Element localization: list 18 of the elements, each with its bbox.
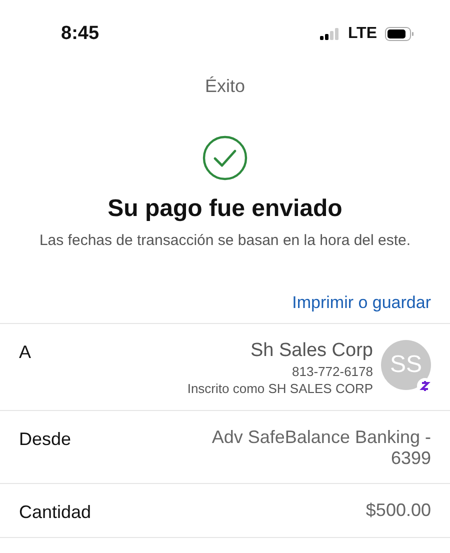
timezone-note: Las fechas de transacción se basan en la hora del este. xyxy=(39,232,411,249)
detail-label: Cantidad xyxy=(19,501,92,523)
enrolled-name: Inscrito como SH SALES CORP xyxy=(187,381,373,396)
network-type: LTE xyxy=(348,25,377,43)
check-circle-icon xyxy=(202,135,248,181)
headline: Su pago fue enviado xyxy=(108,195,342,223)
print-link[interactable]: Imprimir o guardar xyxy=(292,293,431,313)
detail-value: $500.00 xyxy=(366,500,431,521)
battery-icon xyxy=(385,27,414,41)
recipient-phone: 813-772-6178 xyxy=(292,364,373,379)
signal-icon xyxy=(320,28,340,40)
detail-value: Adv SafeBalance Banking - 6399 xyxy=(210,427,431,469)
detail-label: A xyxy=(19,341,32,363)
screen-title: Éxito xyxy=(204,76,246,97)
detail-label: Desde xyxy=(19,428,72,450)
zigzag-badge-icon xyxy=(417,378,433,394)
recipient-name: Sh Sales Corp xyxy=(250,340,373,362)
status-time: 8:45 xyxy=(61,23,100,45)
